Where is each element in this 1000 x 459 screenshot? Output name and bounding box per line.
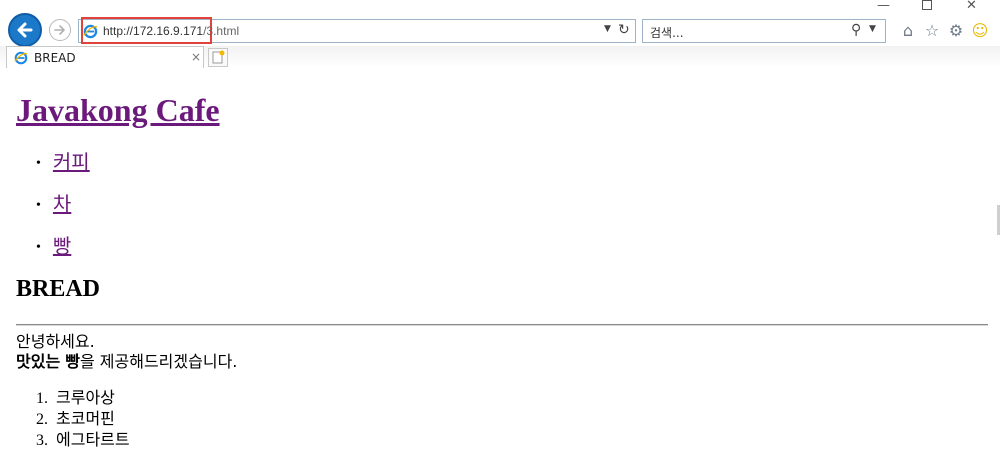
refresh-icon[interactable]: ↻ [618,22,630,38]
url-path: /3.html [203,24,240,38]
search-input[interactable]: 검색... [650,24,684,41]
nav-list: • 커피 • 차 • 빵 [36,146,90,272]
horizontal-rule [16,324,988,326]
tab-title: BREAD [34,51,76,65]
tab-bread[interactable]: BREAD × [6,46,204,68]
search-dropdown-icon[interactable]: ▼ [869,24,876,34]
new-tab-icon[interactable] [208,48,228,67]
maximize-button[interactable] [922,0,932,14]
list-number: 3. [36,432,48,449]
nav-item-bread: • 빵 [36,236,72,258]
url-field[interactable]: http://172.16.9.171/3.html [103,24,239,38]
url-host: http://172.16.9.171 [103,24,204,38]
smiley-feedback-icon[interactable]: ☺ [970,21,990,41]
new-tab-glyph [212,50,225,64]
address-bar[interactable]: http://172.16.9.171/3.html ▼ ↻ [78,17,636,44]
nav-link-bread[interactable]: 빵 [53,236,71,258]
intro-bold-tasty: 맛있는 [16,352,61,371]
back-button[interactable] [8,13,42,47]
list-item-label: 크루아상 [56,388,115,407]
search-icon[interactable]: ⚲ [851,22,861,38]
ie-logo-icon [14,51,28,65]
minimize-button[interactable]: — [877,0,890,14]
tab-close-button[interactable]: × [191,50,201,64]
nav-item-coffee: • 커피 [36,152,90,174]
list-number: 1. [36,390,48,407]
tab-bar: BREAD × [0,46,1000,68]
list-item-label: 초코머핀 [56,409,115,428]
forward-arrow-icon [54,25,65,35]
list-item: 2. 초코머핀 [36,409,130,430]
bread-list: 1. 크루아상 2. 초코머핀 3. 에그타르트 [36,388,130,451]
section-heading: BREAD [16,276,101,302]
forward-button[interactable] [49,19,71,41]
dropdown-icon[interactable]: ▼ [604,24,611,34]
page-content: Javakong Cafe • 커피 • 차 • 빵 BREAD 안녕하세요. 맛있는… [0,68,997,459]
list-item: 1. 크루아상 [36,388,130,409]
list-item-label: 에그타르트 [56,430,130,449]
intro-bold-bread: 빵 [65,352,80,371]
toolbar-icons: ⌂ ☆ ⚙ ☺ [898,19,990,43]
intro-line: 맛있는 빵을 제공해드리겠습니다. [16,352,237,372]
back-arrow-icon [17,22,33,38]
nav-item-tea: • 차 [36,194,72,216]
site-title-link[interactable]: Javakong Cafe [16,92,220,129]
nav-link-tea[interactable]: 차 [53,194,71,216]
close-window-button[interactable]: ✕ [966,0,977,14]
settings-gear-icon[interactable]: ⚙ [946,21,966,41]
greeting-text: 안녕하세요. [16,332,95,351]
intro-paragraph: 안녕하세요. 맛있는 빵을 제공해드리겠습니다. [16,332,237,372]
browser-chrome: — ✕ http://172.16.9.171/3.html ▼ ↻ 검색...… [0,0,1000,68]
intro-rest: 을 제공해드리겠습니다. [80,352,238,371]
favorites-star-icon[interactable]: ☆ [922,21,942,41]
nav-link-coffee[interactable]: 커피 [53,152,90,174]
search-bar[interactable]: 검색... ⚲ ▼ [642,19,886,43]
home-icon[interactable]: ⌂ [898,21,918,41]
list-item: 3. 에그타르트 [36,430,130,451]
list-number: 2. [36,411,48,428]
